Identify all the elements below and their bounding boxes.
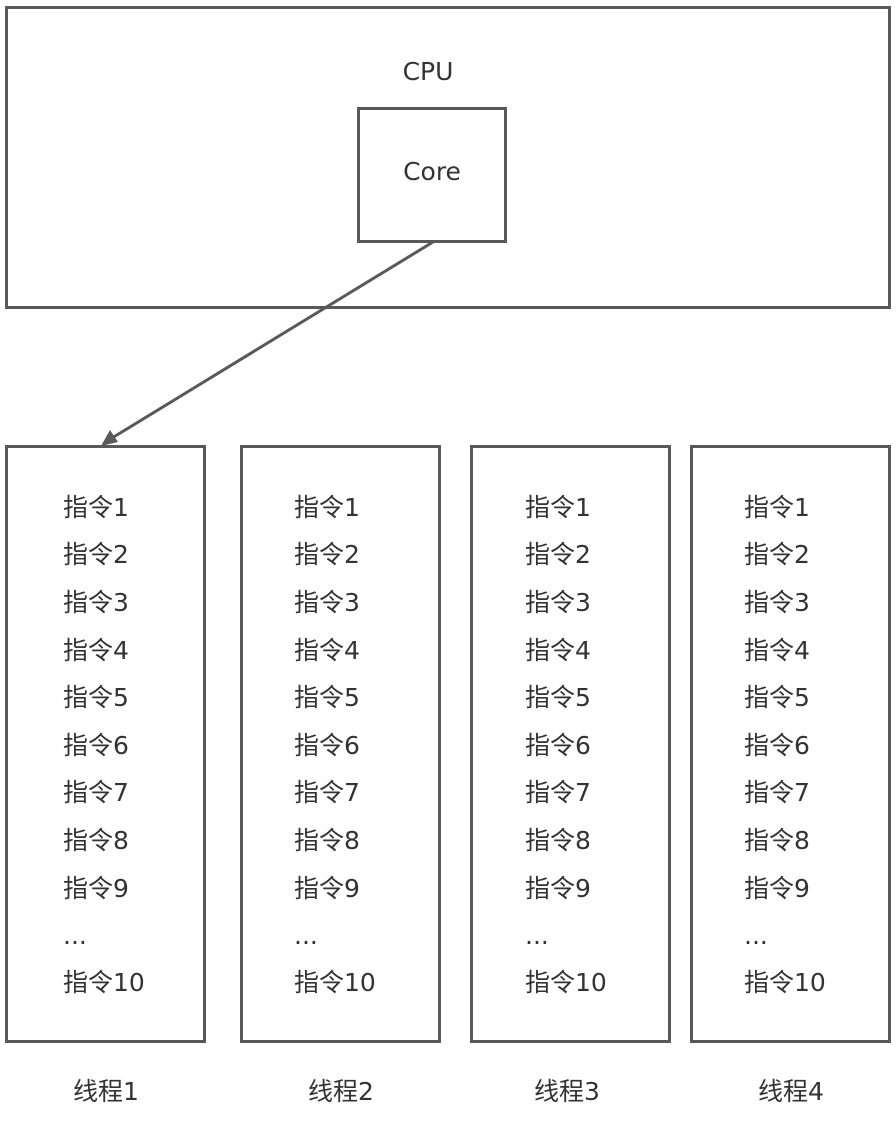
instruction-item: 指令8: [525, 826, 591, 855]
instruction-item: 指令1: [63, 493, 129, 522]
instruction-item: 指令2: [294, 540, 360, 569]
instruction-item: 指令5: [744, 683, 810, 712]
instruction-item: 指令3: [525, 588, 591, 617]
instruction-item: 指令5: [525, 683, 591, 712]
instruction-item: 指令4: [744, 636, 810, 665]
instruction-item: 指令5: [63, 683, 129, 712]
arrow-head-icon: [101, 430, 118, 446]
instruction-item: 指令10: [744, 968, 826, 997]
instruction-item: ...: [525, 921, 549, 950]
instruction-item: 指令9: [744, 874, 810, 903]
instruction-item: 指令7: [63, 778, 129, 807]
instruction-item: ...: [294, 921, 318, 950]
instruction-item: 指令9: [525, 874, 591, 903]
instruction-item: 指令7: [525, 778, 591, 807]
instruction-item: 指令5: [294, 683, 360, 712]
instruction-item: 指令6: [525, 731, 591, 760]
instruction-item: 指令4: [63, 636, 129, 665]
thread-label-1: 线程1: [73, 1077, 139, 1106]
instruction-item: 指令4: [294, 636, 360, 665]
instruction-item: 指令9: [63, 874, 129, 903]
instruction-item: 指令3: [294, 588, 360, 617]
instruction-item: 指令8: [744, 826, 810, 855]
instruction-item: ...: [63, 921, 87, 950]
instruction-item: 指令4: [525, 636, 591, 665]
instruction-item: 指令8: [63, 826, 129, 855]
thread-label-3: 线程3: [534, 1077, 600, 1106]
instruction-item: 指令10: [294, 968, 376, 997]
instruction-item: 指令10: [525, 968, 607, 997]
instruction-item: 指令6: [294, 731, 360, 760]
thread-label-4: 线程4: [758, 1077, 824, 1106]
instruction-item: 指令6: [63, 731, 129, 760]
instruction-item: 指令2: [525, 540, 591, 569]
arrow-line: [111, 240, 434, 440]
thread-label-2: 线程2: [308, 1077, 374, 1106]
instruction-item: 指令3: [63, 588, 129, 617]
instruction-item: 指令3: [744, 588, 810, 617]
instruction-item: 指令7: [744, 778, 810, 807]
instruction-item: 指令1: [525, 493, 591, 522]
instruction-item: 指令10: [63, 968, 145, 997]
instruction-item: 指令9: [294, 874, 360, 903]
instruction-item: 指令6: [744, 731, 810, 760]
instruction-item: 指令2: [744, 540, 810, 569]
instruction-item: 指令8: [294, 826, 360, 855]
instruction-item: 指令1: [294, 493, 360, 522]
instruction-item: 指令7: [294, 778, 360, 807]
instruction-item: 指令1: [744, 493, 810, 522]
instruction-item: ...: [744, 921, 768, 950]
instruction-item: 指令2: [63, 540, 129, 569]
